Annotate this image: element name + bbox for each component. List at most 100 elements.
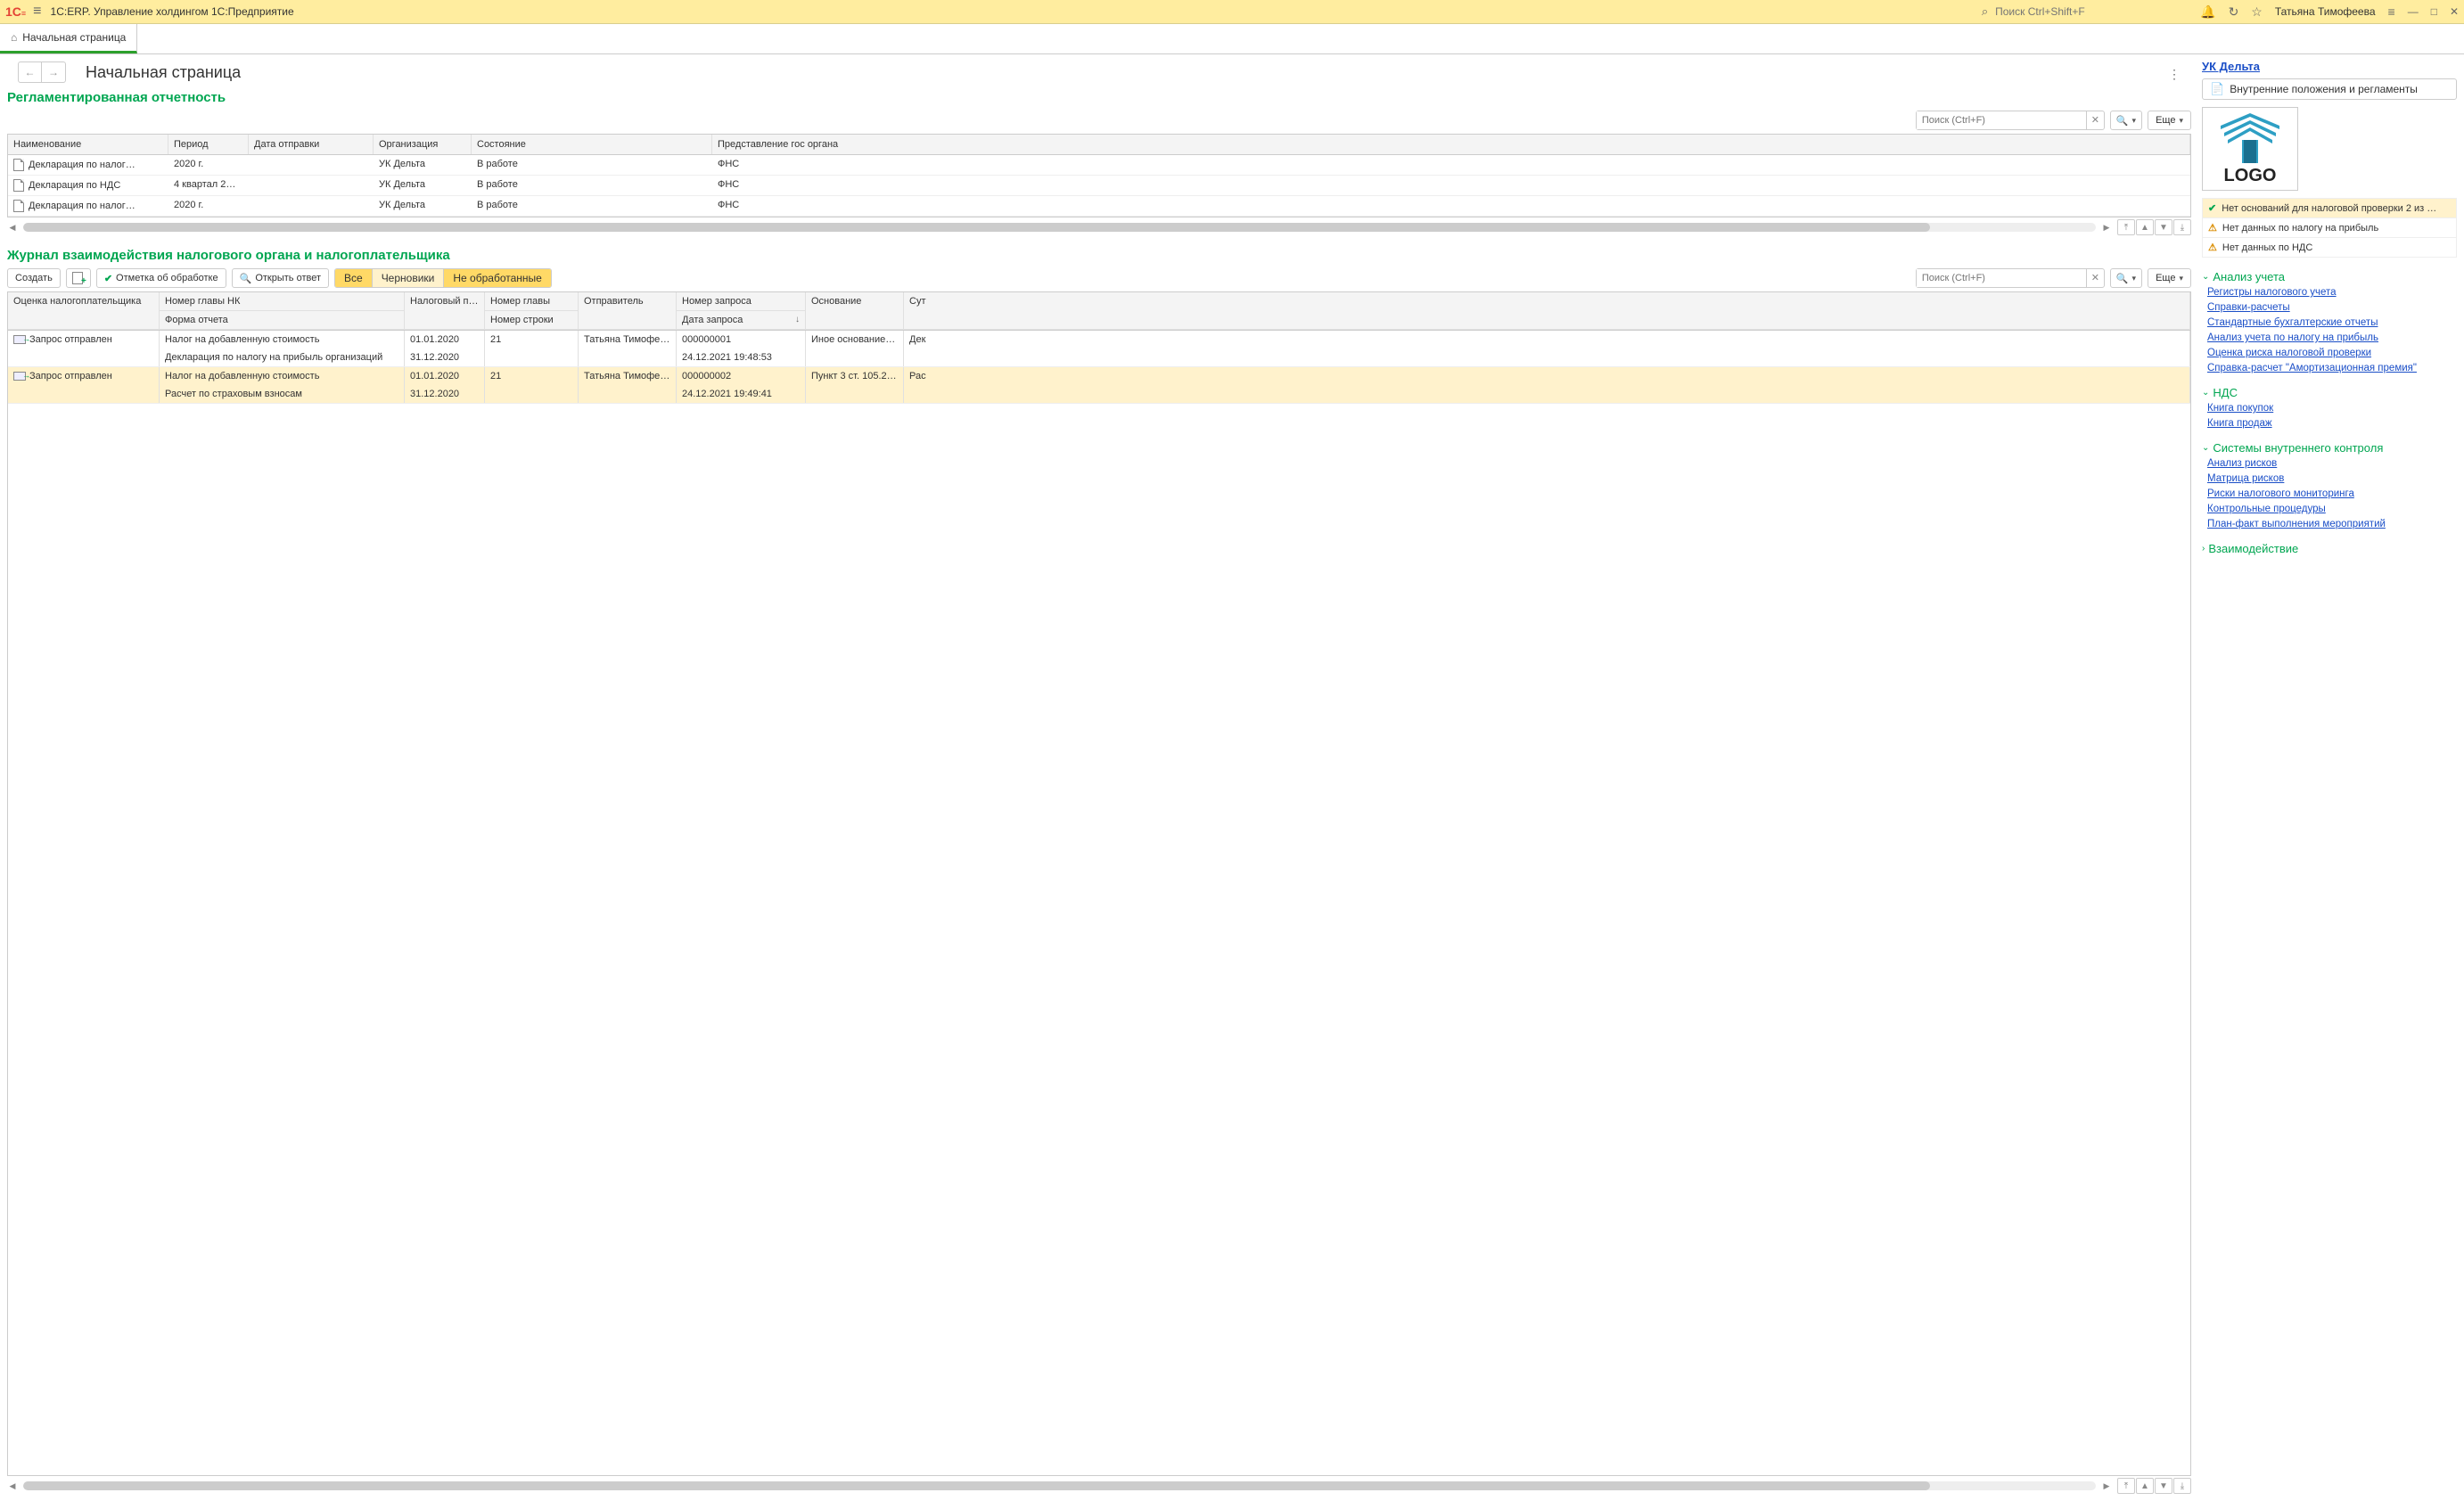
- col-sender[interactable]: Отправитель: [579, 292, 677, 311]
- col-essence[interactable]: Сут: [904, 292, 2190, 311]
- col-chapter[interactable]: Номер главы: [485, 292, 579, 311]
- seg-all[interactable]: Все: [335, 269, 373, 287]
- scroll-left-icon[interactable]: ◀: [7, 223, 18, 233]
- request-sent-icon: [13, 372, 26, 381]
- col-basis[interactable]: Основание: [806, 292, 904, 311]
- page-up[interactable]: ▲: [2136, 1478, 2154, 1494]
- notifications-icon[interactable]: 🔔: [2200, 4, 2215, 20]
- status-row[interactable]: ✔ Нет оснований для налоговой проверки 2…: [2203, 199, 2456, 218]
- seg-unprocessed[interactable]: Не обработанные: [444, 269, 550, 287]
- sidebar-link[interactable]: Регистры налогового учета: [2207, 287, 2457, 298]
- sidebar-link[interactable]: План-факт выполнения мероприятий: [2207, 519, 2457, 529]
- col-name[interactable]: Наименование: [8, 135, 168, 154]
- page-first[interactable]: ⤒: [2117, 219, 2135, 235]
- status-row[interactable]: ⚠ Нет данных по НДС: [2203, 238, 2456, 257]
- table-row[interactable]: Декларация по налог…2020 г.УК ДельтаВ ра…: [8, 155, 2190, 176]
- org-link[interactable]: УК Дельта: [2202, 60, 2260, 73]
- magnifier-icon: 🔍: [2116, 273, 2129, 284]
- sidebar-link[interactable]: Матрица рисков: [2207, 473, 2457, 484]
- table-row[interactable]: Декларация по НДС4 квартал 2…УК ДельтаВ …: [8, 176, 2190, 196]
- journal-search-input[interactable]: [1917, 269, 2086, 287]
- warning-icon: ⚠: [2208, 242, 2217, 253]
- window-close[interactable]: ✕: [2450, 5, 2459, 18]
- page-last[interactable]: ⤓: [2173, 219, 2191, 235]
- sidebar-link[interactable]: Книга покупок: [2207, 403, 2457, 414]
- col-state[interactable]: Состояние: [472, 135, 712, 154]
- history-icon[interactable]: ↻: [2229, 4, 2239, 20]
- open-answer-button[interactable]: 🔍Открыть ответ: [232, 268, 329, 288]
- col-chapter-num[interactable]: Номер главы НК: [160, 292, 405, 311]
- journal-hscrollbar[interactable]: [23, 1481, 2096, 1490]
- col-report-form[interactable]: Форма отчета: [160, 311, 405, 330]
- nav-back[interactable]: ←: [19, 62, 42, 82]
- journal-search-clear[interactable]: ✕: [2086, 269, 2104, 287]
- page-down[interactable]: ▼: [2155, 1478, 2172, 1494]
- main-menu-icon[interactable]: ≡: [33, 4, 41, 20]
- magnifier-icon: 🔍: [240, 273, 252, 284]
- table-row[interactable]: Запрос отправленНалог на добавленную сто…: [8, 331, 2190, 367]
- tab-home[interactable]: ⌂ Начальная страница: [0, 24, 137, 53]
- mark-button[interactable]: ✔Отметка об обработке: [96, 268, 226, 288]
- sidebar-link[interactable]: Анализ учета по налогу на прибыль: [2207, 332, 2457, 343]
- nav-forward[interactable]: →: [42, 62, 65, 82]
- internal-docs-button[interactable]: 📄 Внутренние положения и регламенты: [2202, 78, 2457, 100]
- copy-button[interactable]: [66, 268, 91, 288]
- seg-drafts[interactable]: Черновики: [373, 269, 445, 287]
- col-org[interactable]: Организация: [374, 135, 472, 154]
- sidebar-link[interactable]: Анализ рисков: [2207, 458, 2457, 469]
- page-down[interactable]: ▼: [2155, 219, 2172, 235]
- col-rating[interactable]: Оценка налогоплательщика: [8, 292, 160, 311]
- reports-more-button[interactable]: Еще ▾: [2148, 111, 2191, 130]
- journal-more-button[interactable]: Еще▾: [2148, 268, 2191, 288]
- reports-search-input[interactable]: [1917, 111, 2086, 129]
- home-icon: ⌂: [11, 31, 17, 44]
- col-line[interactable]: Номер строки: [485, 311, 579, 330]
- page-menu-icon[interactable]: ⋮: [2168, 67, 2181, 82]
- sidebar-link[interactable]: Справка-расчет "Амортизационная премия": [2207, 363, 2457, 373]
- window-minimize[interactable]: —: [2408, 5, 2419, 18]
- reports-table-header: Наименование Период Дата отправки Органи…: [8, 135, 2190, 155]
- group-nds-toggle[interactable]: ⌄ НДС: [2202, 386, 2457, 399]
- reports-search-clear[interactable]: ✕: [2086, 111, 2104, 129]
- settings-icon[interactable]: ≡: [2388, 4, 2395, 19]
- scroll-left-icon[interactable]: ◀: [7, 1481, 18, 1491]
- sidebar-link[interactable]: Справки-расчеты: [2207, 302, 2457, 313]
- scroll-right-icon[interactable]: ▶: [2101, 223, 2112, 233]
- username-label[interactable]: Татьяна Тимофеева: [2275, 5, 2376, 18]
- filter-segment: Все Черновики Не обработанные: [334, 268, 552, 288]
- group-analysis-toggle[interactable]: ⌄ Анализ учета: [2202, 270, 2457, 283]
- table-row[interactable]: Декларация по налог…2020 г.УК ДельтаВ ра…: [8, 196, 2190, 217]
- col-tax-period[interactable]: Налоговый период: [405, 292, 485, 311]
- favorites-icon[interactable]: ☆: [2251, 4, 2263, 20]
- group-interact-toggle[interactable]: › Взаимодействие: [2202, 542, 2457, 555]
- check-icon: ✔: [104, 273, 112, 284]
- sidebar-link[interactable]: Контрольные процедуры: [2207, 504, 2457, 514]
- scroll-right-icon[interactable]: ▶: [2101, 1481, 2112, 1491]
- reports-filter-button[interactable]: 🔍▾: [2110, 111, 2142, 130]
- journal-filter-button[interactable]: 🔍▾: [2110, 268, 2142, 288]
- sidebar-link[interactable]: Стандартные бухгалтерские отчеты: [2207, 317, 2457, 328]
- magnifier-icon: 🔍: [2116, 115, 2129, 127]
- page-last[interactable]: ⤓: [2173, 1478, 2191, 1494]
- page-first[interactable]: ⤒: [2117, 1478, 2135, 1494]
- document-icon: [13, 159, 24, 171]
- create-button[interactable]: Создать: [7, 268, 61, 288]
- logo-1c: 1C≡: [5, 4, 26, 19]
- reports-hscrollbar[interactable]: [23, 223, 2096, 232]
- table-row[interactable]: Запрос отправленНалог на добавленную сто…: [8, 367, 2190, 404]
- status-row[interactable]: ⚠ Нет данных по налогу на прибыль: [2203, 218, 2456, 238]
- sidebar-link[interactable]: Оценка риска налоговой проверки: [2207, 348, 2457, 358]
- sidebar-link[interactable]: Риски налогового мониторинга: [2207, 488, 2457, 499]
- group-svk-toggle[interactable]: ⌄ Системы внутреннего контроля: [2202, 441, 2457, 455]
- more-label: Еще: [2156, 115, 2175, 126]
- page-up[interactable]: ▲: [2136, 219, 2154, 235]
- col-period[interactable]: Период: [168, 135, 249, 154]
- window-maximize[interactable]: □: [2431, 5, 2437, 18]
- col-req-num[interactable]: Номер запроса: [677, 292, 806, 311]
- col-req-date[interactable]: Дата запроса↓: [677, 311, 806, 330]
- col-gov[interactable]: Представление гос органа: [712, 135, 2190, 154]
- sidebar-link[interactable]: Книга продаж: [2207, 418, 2457, 429]
- col-send-date[interactable]: Дата отправки: [249, 135, 374, 154]
- global-search-input[interactable]: [1992, 3, 2188, 21]
- reports-search-wrap: ✕: [1916, 111, 2105, 130]
